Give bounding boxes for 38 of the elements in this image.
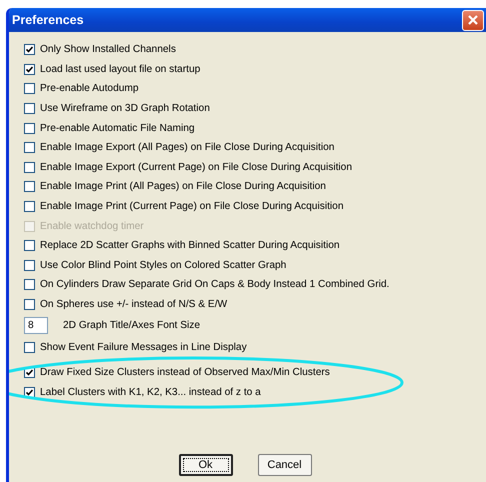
- checkbox-label: Label Clusters with K1, K2, K3... instead of z to a: [40, 386, 261, 398]
- checkbox[interactable]: [24, 260, 35, 271]
- checkbox-label: Load last used layout file on startup: [40, 64, 200, 75]
- checkbox-label: Only Show Installed Channels: [40, 44, 176, 56]
- checkbox[interactable]: [24, 181, 35, 192]
- checkbox-label: Draw Fixed Size Clusters instead of Observed Max/Min Clusters: [40, 367, 330, 378]
- checkbox[interactable]: [24, 122, 35, 134]
- checkbox-label: Pre-enable Automatic File Naming: [40, 122, 195, 134]
- checkbox-label: Use Color Blind Point Styles on Colored Scatter Graph: [40, 260, 286, 271]
- checkbox-label: Enable Image Print (Current Page) on File Close During Acquisition: [40, 201, 344, 212]
- window-title: Preferences: [12, 13, 85, 27]
- checkbox-label: Show Event Failure Messages in Line Display: [40, 342, 247, 353]
- checkbox-label: On Spheres use +/- instead of N/S & E/W: [40, 299, 228, 310]
- close-icon: [467, 14, 479, 26]
- checkbox[interactable]: [24, 142, 35, 154]
- checkbox[interactable]: [24, 64, 35, 75]
- dialog-button[interactable]: Ok: [178, 454, 232, 476]
- dialog-button[interactable]: Cancel: [258, 454, 312, 476]
- close-button[interactable]: [462, 10, 484, 30]
- checkbox-label: Enable Image Export (Current Page) on File Close During Acquisition: [40, 162, 352, 173]
- checkbox-label: Enable Image Print (All Pages) on File Close During Acquisition: [40, 181, 326, 192]
- checkbox-label: Replace 2D Scatter Graphs with Binned Scatter During Acquisition: [40, 240, 340, 252]
- checkbox-label: Pre-enable Autodump: [40, 83, 139, 94]
- checkbox-label: Use Wireframe on 3D Graph Rotation: [40, 103, 210, 114]
- checkbox[interactable]: [24, 162, 35, 173]
- checkbox-label: Enable watchdog timer: [40, 220, 144, 232]
- checkbox[interactable]: [24, 103, 35, 114]
- checkbox-label: On Cylinders Draw Separate Grid On Caps & Body Instead 1 Combined Grid.: [40, 279, 390, 290]
- checkbox[interactable]: [24, 44, 35, 56]
- checkbox[interactable]: [24, 240, 35, 252]
- field-label: 2D Graph Title/Axes Font Size: [63, 320, 200, 332]
- font-size-field[interactable]: 8: [24, 317, 48, 334]
- checkbox[interactable]: [24, 342, 35, 353]
- checkbox[interactable]: [24, 279, 35, 290]
- checkbox[interactable]: [24, 201, 35, 212]
- checkbox[interactable]: [24, 299, 35, 310]
- checkbox-label: Enable Image Export (All Pages) on File Close During Acquisition: [40, 142, 334, 154]
- checkbox[interactable]: [24, 83, 35, 94]
